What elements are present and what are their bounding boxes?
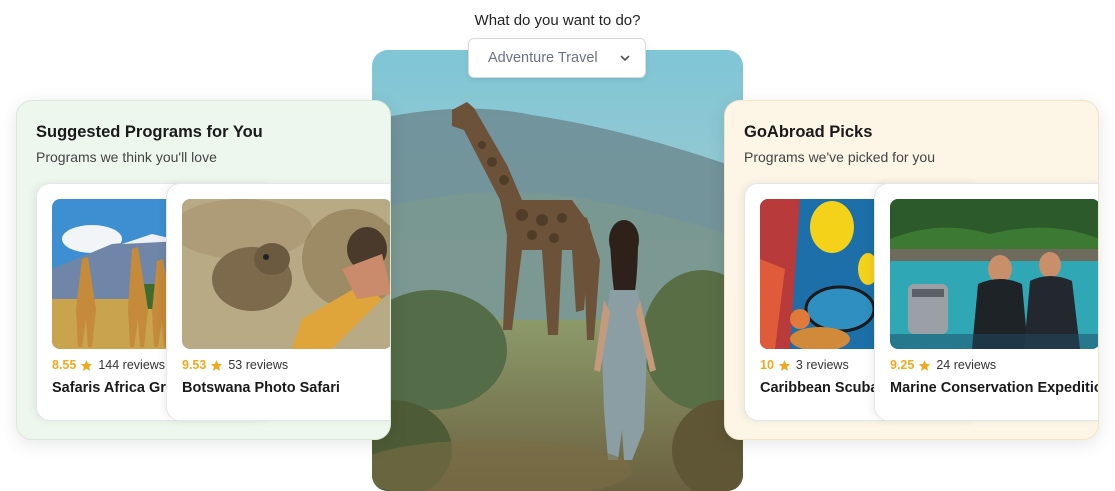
rating-score: 10 — [760, 358, 774, 372]
activity-select[interactable]: Adventure Travel — [468, 38, 646, 78]
rating-score: 8.55 — [52, 358, 77, 372]
program-image-hyena — [182, 199, 390, 349]
program-name: Caribbean Scuba — [760, 380, 879, 396]
program-rating: 10 3 reviews — [760, 358, 849, 372]
program-rating: 9.53 53 reviews — [182, 358, 288, 372]
panel-title: GoAbroad Picks — [744, 123, 873, 141]
chevron-down-icon — [619, 52, 631, 64]
activity-select-value: Adventure Travel — [488, 50, 598, 66]
goabroad-picks-panel: GoAbroad Picks Programs we've picked for… — [724, 100, 1099, 440]
star-icon — [211, 359, 223, 371]
program-card-marine-conservation[interactable]: 9.25 24 reviews Marine Conservation Expe… — [874, 183, 1099, 421]
rating-score: 9.25 — [890, 358, 915, 372]
program-name: Safaris Africa Gre — [52, 380, 174, 396]
program-rating: 8.55 144 reviews — [52, 358, 165, 372]
star-icon — [81, 359, 93, 371]
program-card-botswana-photo-safari[interactable]: 9.53 53 reviews Botswana Photo Safari — [166, 183, 390, 421]
program-image-divers — [890, 199, 1098, 349]
review-count: 3 reviews — [795, 358, 849, 372]
suggested-programs-panel: Suggested Programs for You Programs we t… — [16, 100, 391, 440]
panel-subtitle: Programs we've picked for you — [744, 149, 935, 165]
review-count: 24 reviews — [936, 358, 997, 372]
review-count: 144 reviews — [98, 358, 166, 372]
panel-subtitle: Programs we think you'll love — [36, 149, 217, 165]
activity-prompt-label: What do you want to do? — [474, 12, 641, 29]
rating-score: 9.53 — [182, 358, 207, 372]
program-rating: 9.25 24 reviews — [890, 358, 996, 372]
star-icon — [919, 359, 931, 371]
hero-giraffe-photo — [372, 50, 743, 491]
program-name: Botswana Photo Safari — [182, 380, 340, 396]
review-count: 53 reviews — [228, 358, 289, 372]
star-icon — [778, 359, 791, 371]
program-name: Marine Conservation Expeditio — [890, 380, 1099, 396]
panel-title: Suggested Programs for You — [36, 123, 263, 141]
